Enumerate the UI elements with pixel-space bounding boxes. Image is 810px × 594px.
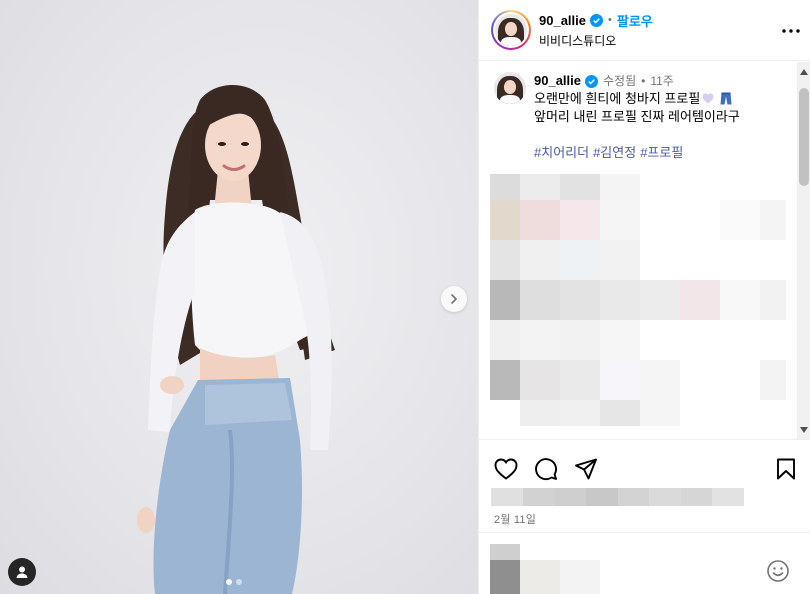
post-location[interactable]: 비비디스튜디오 [539,32,653,49]
post-username[interactable]: 90_allie [539,13,586,28]
user-tag-button[interactable] [8,558,36,586]
post-side-panel: 90_allie • 팔로우 비비디스튜디오 90_allie 수정됨 • 11… [478,0,810,594]
emoji-smile-icon [767,560,789,582]
jeans-emoji [720,92,732,105]
follow-button[interactable]: 팔로우 [617,11,653,30]
carousel-indicator [226,579,242,585]
comment-icon [535,458,557,481]
post-header: 90_allie • 팔로우 비비디스튜디오 [479,0,810,61]
bookmark-icon [777,458,795,480]
carousel-dot-active [226,579,232,585]
post-date[interactable]: 2월 11일 [494,511,536,527]
hashtag-link[interactable]: #프로필 [640,145,683,160]
caption-username[interactable]: 90_allie [534,72,581,90]
next-slide-button[interactable] [441,286,467,312]
edited-label: 수정됨 [603,74,637,88]
action-bar [479,452,810,486]
user-tag-icon [16,566,28,578]
more-options-icon [782,29,800,33]
hashtags: #치어리더 #김연정 #프로필 [534,144,784,162]
blurred-likes [491,488,744,506]
separator: • [608,14,612,26]
scroll-down-arrow[interactable] [799,424,809,436]
share-icon [575,458,597,480]
more-options-button[interactable] [779,19,803,43]
verified-badge-icon [590,13,603,27]
time-ago[interactable]: 11주 [650,72,674,90]
heart-icon [494,458,518,480]
chevron-right-icon [451,294,457,304]
verified-badge-icon [585,74,598,88]
carousel-dot [236,579,242,585]
save-button[interactable] [773,456,799,482]
share-button[interactable] [573,456,599,482]
comments-scrollbar[interactable] [797,62,810,439]
divider [479,532,810,533]
scrollbar-thumb[interactable] [799,88,809,186]
caption-line-1: 오랜만에 흰티에 청바지 프로필 [534,90,784,108]
hashtag-link[interactable]: #치어리더 [534,145,589,160]
post-photo [0,0,478,594]
comment-button[interactable] [533,456,559,482]
scroll-up-arrow[interactable] [799,66,809,78]
hashtag-link[interactable]: #김연정 [593,145,636,160]
caption-line-1-text: 오랜만에 흰티에 청바지 프로필 [534,91,701,106]
story-ring-avatar[interactable] [491,10,531,50]
heart-emoji [702,93,714,104]
photo-figure [137,85,335,594]
caption: 90_allie 수정됨 • 11주 오랜만에 흰티에 청바지 프로필 앞머리 … [494,72,784,162]
separator: • [641,74,646,88]
caption-avatar[interactable] [494,72,526,104]
caption-line-2: 앞머리 내린 프로필 진짜 레어템이라구 [534,109,740,124]
comments-section: 90_allie 수정됨 • 11주 오랜만에 흰티에 청바지 프로필 앞머리 … [479,62,810,440]
post-dialog: 90_allie • 팔로우 비비디스튜디오 90_allie 수정됨 • 11… [0,0,810,594]
emoji-button[interactable] [765,558,791,584]
avatar [495,14,527,46]
like-button[interactable] [493,456,519,482]
